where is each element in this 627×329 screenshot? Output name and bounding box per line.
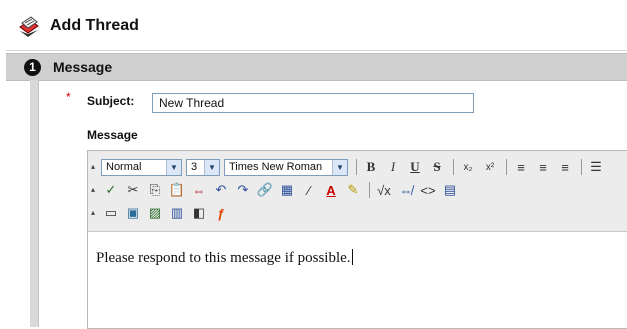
font-select-value: Times New Roman [229, 161, 323, 173]
align-center-icon[interactable]: ≡ [533, 157, 553, 177]
toolbar-grip-icon[interactable]: ▴ [91, 186, 97, 194]
table-icon[interactable]: ▦ [277, 180, 297, 200]
html-source-icon[interactable]: <> [418, 180, 438, 200]
bold-button[interactable]: B [361, 157, 381, 177]
toolbar-separator [369, 182, 370, 198]
toolbar-row-2: ▴ ✓ ✂ ⎘ 📋 ⇔ ↶ ↷ 🔗 ▦ ∕ A ✎ √x ⇎ <> ▤ [88, 179, 462, 201]
find-replace-icon[interactable]: ⇔ [189, 180, 209, 200]
attach-file-icon[interactable]: ▭ [101, 203, 121, 223]
underline-button[interactable]: U [405, 157, 425, 177]
chevron-down-icon: ▼ [166, 159, 181, 175]
message-body-text: Please respond to this message if possib… [96, 250, 351, 266]
section-header: 1 Message [6, 53, 627, 81]
strikethrough-button[interactable]: S [427, 157, 447, 177]
step-number: 1 [24, 58, 41, 76]
page-header: Add Thread [6, 2, 627, 51]
insert-media-icon[interactable]: ▨ [145, 203, 165, 223]
subscript-icon[interactable]: x₂ [458, 157, 478, 177]
copy-icon[interactable]: ⎘ [145, 180, 165, 200]
size-select[interactable]: 3 ▼ [186, 158, 220, 176]
section-title: Message [53, 59, 113, 75]
insert-document-icon[interactable]: ▥ [167, 203, 187, 223]
subject-label: Subject: [87, 94, 135, 108]
page-title: Add Thread [50, 17, 139, 34]
required-marker: * [66, 90, 71, 104]
insert-image-icon[interactable]: ▣ [123, 203, 143, 223]
highlight-color-icon[interactable]: ✎ [343, 180, 363, 200]
toolbar-separator [581, 159, 582, 175]
cut-icon[interactable]: ✂ [123, 180, 143, 200]
chevron-down-icon: ▼ [204, 159, 219, 175]
list-icon[interactable]: ☰ [586, 157, 606, 177]
superscript-icon[interactable]: x² [480, 157, 500, 177]
editor-text-area[interactable]: Please respond to this message if possib… [88, 232, 627, 328]
undo-icon[interactable]: ↶ [211, 180, 231, 200]
message-editor: ▴ Normal ▼ 3 ▼ Times New Roman ▼ B I U S [87, 150, 627, 329]
toolbar-separator [453, 159, 454, 175]
format-select-value: Normal [106, 161, 142, 173]
add-thread-page: Add Thread 1 Message * Subject: Message … [0, 0, 627, 329]
link-icon[interactable]: 🔗 [255, 180, 275, 200]
thread-icon [19, 16, 39, 37]
equation-icon[interactable]: √x [374, 180, 394, 200]
message-body: Please respond to this message if possib… [96, 249, 353, 267]
editor-toolbar: ▴ Normal ▼ 3 ▼ Times New Roman ▼ B I U S [88, 151, 627, 232]
italic-button[interactable]: I [383, 157, 403, 177]
message-label: Message [87, 128, 138, 142]
toolbar-separator [356, 159, 357, 175]
toolbar-grip-icon[interactable]: ▴ [91, 163, 97, 171]
redo-icon[interactable]: ↷ [233, 180, 253, 200]
align-left-icon[interactable]: ≡ [511, 157, 531, 177]
preview-icon[interactable]: ▤ [440, 180, 460, 200]
format-select[interactable]: Normal ▼ [101, 158, 182, 176]
toolbar-grip-icon[interactable]: ▴ [91, 209, 97, 217]
spellcheck-icon[interactable]: ✓ [101, 180, 121, 200]
draw-line-icon[interactable]: ∕ [299, 180, 319, 200]
insert-audio-icon[interactable]: ◧ [189, 203, 209, 223]
align-right-icon[interactable]: ≡ [555, 157, 575, 177]
section-side-bar [30, 80, 39, 327]
chevron-down-icon: ▼ [332, 159, 347, 175]
subject-input[interactable] [152, 93, 474, 113]
text-color-icon[interactable]: A [321, 180, 341, 200]
font-select[interactable]: Times New Roman ▼ [224, 158, 348, 176]
toolbar-separator [506, 159, 507, 175]
text-caret [351, 249, 353, 265]
size-select-value: 3 [191, 161, 198, 173]
toolbar-row-1: ▴ Normal ▼ 3 ▼ Times New Roman ▼ B I U S [88, 156, 608, 178]
flash-icon[interactable]: ƒ [211, 203, 231, 223]
paste-icon[interactable]: 📋 [167, 180, 187, 200]
toolbar-row-3: ▴ ▭ ▣ ▨ ▥ ◧ ƒ [88, 202, 233, 224]
anchor-icon[interactable]: ⇎ [396, 180, 416, 200]
